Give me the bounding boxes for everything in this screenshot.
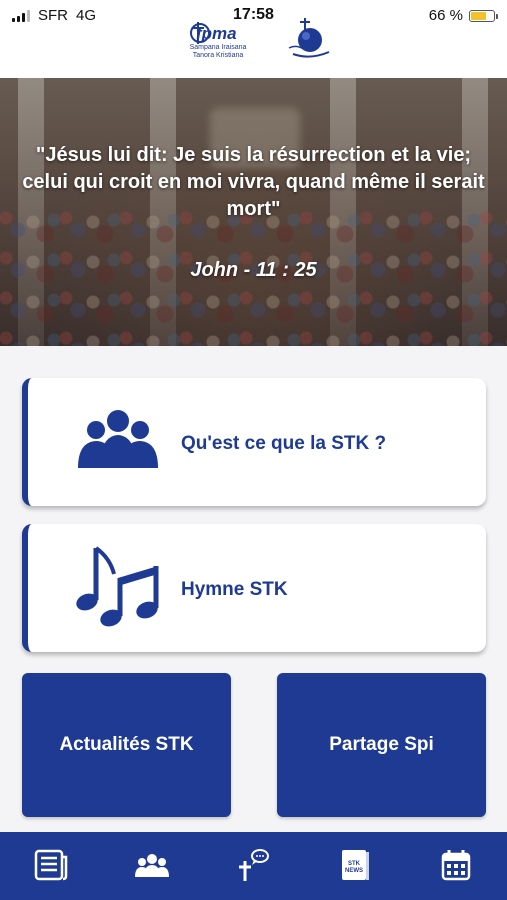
- cross-chat-icon: [239, 849, 270, 881]
- tab-calendar[interactable]: [428, 837, 484, 893]
- tab-stk-news[interactable]: STK NEWS: [327, 837, 383, 893]
- tab-group[interactable]: [124, 837, 180, 893]
- logo-tagline-1: Sampana Iraisana: [189, 44, 247, 51]
- music-notes-icon: [76, 546, 159, 627]
- calendar-icon: [442, 850, 471, 881]
- battery-icon: [469, 9, 498, 22]
- group-icon: [135, 854, 170, 877]
- logo-tagline-2: Tanora Kristiana: [192, 52, 244, 59]
- share-tile-label: Partage Spi: [329, 734, 434, 755]
- app-header: fpma Sampana Iraisana Tanora Kristiana: [0, 18, 507, 78]
- about-stk-label: Qu'est ce que la STK ?: [181, 433, 387, 454]
- globe-cross-logo-icon: [288, 18, 330, 58]
- tab-news[interactable]: [23, 837, 79, 893]
- share-tile-button[interactable]: Partage Spi: [277, 673, 486, 817]
- hymn-card[interactable]: Hymne STK: [22, 524, 486, 652]
- news-document-icon: [34, 849, 67, 881]
- fpma-logo-text: fpma: [196, 24, 237, 43]
- status-right: 66 %: [428, 7, 498, 24]
- group-icon: [78, 410, 158, 468]
- bottom-tab-bar: STK NEWS: [0, 832, 507, 900]
- news-tile-button[interactable]: Actualités STK: [22, 673, 231, 817]
- stk-news-book-icon: STK NEWS: [341, 850, 369, 880]
- news-tile-label: Actualités STK: [59, 734, 194, 755]
- about-stk-card[interactable]: Qu'est ce que la STK ?: [22, 378, 486, 506]
- battery-percent: 66 %: [428, 7, 463, 24]
- hymn-label: Hymne STK: [181, 579, 288, 600]
- hero-banner: "Jésus lui dit: Je suis la résurrection …: [0, 78, 507, 346]
- bible-reference: John - 11 : 25: [190, 259, 317, 281]
- tab-prayer[interactable]: [225, 837, 281, 893]
- fpma-logo: fpma Sampana Iraisana Tanora Kristiana: [178, 16, 258, 76]
- bible-quote: "Jésus lui dit: Je suis la résurrection …: [22, 144, 485, 220]
